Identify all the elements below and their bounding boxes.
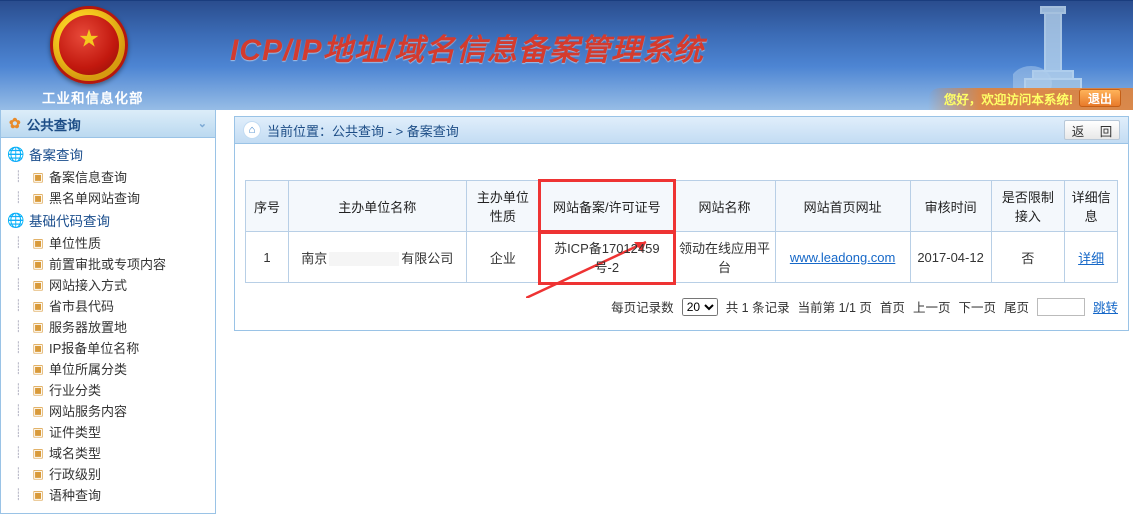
cell-date: 2017-04-12 — [910, 232, 991, 283]
nav-item[interactable]: ┊▣单位性质 — [5, 232, 215, 253]
page-icon: ▣ — [31, 191, 45, 205]
sidebar-panel-header[interactable]: ✿ 公共查询 ⌄ — [1, 110, 215, 138]
page-icon: ▣ — [31, 341, 45, 355]
breadcrumb-text: 当前位置：公共查询 - > 备案查询 — [267, 121, 459, 140]
page-info: 当前第 1/1 页 — [798, 297, 872, 316]
result-table: 序号 主办单位名称 主办单位性质 网站备案/许可证号 网站名称 网站首页网址 审… — [245, 180, 1118, 283]
cell-url: www.leadong.com — [775, 232, 910, 283]
nav-item[interactable]: ┊▣省市县代码 — [5, 295, 215, 316]
page-icon: ▣ — [31, 170, 45, 184]
monument-icon — [1013, 5, 1093, 95]
th-url: 网站首页网址 — [775, 181, 910, 232]
th-detail: 详细信息 — [1065, 181, 1118, 232]
page-icon: ▣ — [31, 257, 45, 271]
nav-item[interactable]: ┊▣IP报备单位名称 — [5, 337, 215, 358]
site-url-link[interactable]: www.leadong.com — [790, 250, 896, 265]
folder-icon: 🌐 — [7, 146, 25, 163]
nav-item[interactable]: ┊▣域名类型 — [5, 442, 215, 463]
nav-item[interactable]: ┊▣证件类型 — [5, 421, 215, 442]
cell-nature: 企业 — [466, 232, 540, 283]
page-icon: ▣ — [31, 404, 45, 418]
th-license: 网站备案/许可证号 — [540, 181, 674, 232]
sidebar-nav: 🌐 备案查询 ┊▣备案信息查询 ┊▣黑名单网站查询 🌐 基础代码查询 ┊▣单位性… — [1, 138, 215, 513]
pager: 每页记录数 20 共 1 条记录 当前第 1/1 页 首页 上一页 下一页 尾页… — [245, 297, 1118, 316]
site-title: ICP/IP地址/域名信息备案管理系统 — [230, 25, 704, 69]
nav-group-label: 基础代码查询 — [29, 210, 110, 230]
th-seq: 序号 — [246, 181, 289, 232]
total-records: 共 1 条记录 — [726, 297, 790, 316]
content-area: ⌂ 当前位置：公共查询 - > 备案查询 返 回 序号 主办单位名称 主办单位性… — [216, 110, 1133, 514]
nav-item[interactable]: ┊▣单位所属分类 — [5, 358, 215, 379]
nav-item[interactable]: ┊▣网站接入方式 — [5, 274, 215, 295]
prev-page-link[interactable]: 上一页 — [913, 297, 951, 316]
page-icon: ▣ — [31, 446, 45, 460]
result-panel: 序号 主办单位名称 主办单位性质 网站备案/许可证号 网站名称 网站首页网址 审… — [234, 144, 1129, 331]
chevron-down-icon: ⌄ — [198, 117, 207, 130]
page-icon: ▣ — [31, 488, 45, 502]
nav-group-label: 备案查询 — [29, 144, 83, 164]
folder-icon: 🌐 — [7, 212, 25, 229]
page-icon: ▣ — [31, 320, 45, 334]
next-page-link[interactable]: 下一页 — [958, 297, 996, 316]
page-number-input[interactable] — [1037, 298, 1085, 316]
th-restrict: 是否限制接入 — [991, 181, 1065, 232]
breadcrumb: ⌂ 当前位置：公共查询 - > 备案查询 返 回 — [234, 116, 1129, 144]
first-page-link[interactable]: 首页 — [880, 297, 905, 316]
page-icon: ▣ — [31, 467, 45, 481]
home-icon[interactable]: ⌂ — [243, 121, 261, 139]
app-header: ★ 工业和信息化部 ICP/IP地址/域名信息备案管理系统 您好，欢迎访问本系统… — [0, 0, 1133, 110]
nav-item[interactable]: ┊▣服务器放置地 — [5, 316, 215, 337]
detail-link[interactable]: 详细 — [1078, 251, 1104, 266]
th-nature: 主办单位性质 — [466, 181, 540, 232]
back-button[interactable]: 返 回 — [1064, 120, 1120, 140]
cell-sitename: 领动在线应用平台 — [674, 232, 775, 283]
nav-item[interactable]: ┊▣备案信息查询 — [5, 166, 215, 187]
page-icon: ▣ — [31, 278, 45, 292]
redacted-icon — [329, 252, 399, 266]
cell-seq: 1 — [246, 232, 289, 283]
cell-license: 苏ICP备17012459号-2 — [540, 232, 674, 283]
last-page-link[interactable]: 尾页 — [1004, 297, 1029, 316]
th-sitename: 网站名称 — [674, 181, 775, 232]
table-row: 1 南京有限公司 企业 苏ICP备17012459号-2 领动在线应用平台 ww… — [246, 232, 1118, 283]
sidebar: ✿ 公共查询 ⌄ 🌐 备案查询 ┊▣备案信息查询 ┊▣黑名单网站查询 🌐 基础代… — [0, 110, 216, 514]
per-page-label: 每页记录数 — [611, 297, 674, 316]
nav-item[interactable]: ┊▣黑名单网站查询 — [5, 187, 215, 208]
welcome-text: 您好，欢迎访问本系统! — [944, 89, 1073, 108]
sidebar-panel-title: 公共查询 — [27, 114, 81, 134]
page-icon: ▣ — [31, 383, 45, 397]
page-icon: ▣ — [31, 425, 45, 439]
cell-restrict: 否 — [991, 232, 1065, 283]
welcome-bar: 您好，欢迎访问本系统! 退出 — [928, 88, 1133, 110]
per-page-select[interactable]: 20 — [682, 298, 718, 316]
nav-item[interactable]: ┊▣行业分类 — [5, 379, 215, 400]
logout-button[interactable]: 退出 — [1079, 89, 1121, 107]
ministry-name: 工业和信息化部 — [42, 87, 144, 107]
nav-group-record-query[interactable]: 🌐 备案查询 — [5, 142, 215, 166]
goto-link[interactable]: 跳转 — [1093, 297, 1118, 316]
nav-item[interactable]: ┊▣网站服务内容 — [5, 400, 215, 421]
national-emblem-icon: ★ — [50, 6, 128, 84]
nav-item[interactable]: ┊▣语种查询 — [5, 484, 215, 505]
th-date: 审核时间 — [910, 181, 991, 232]
cell-detail: 详细 — [1065, 232, 1118, 283]
nav-item[interactable]: ┊▣行政级别 — [5, 463, 215, 484]
nav-group-code-query[interactable]: 🌐 基础代码查询 — [5, 208, 215, 232]
cell-org: 南京有限公司 — [289, 232, 467, 283]
page-icon: ▣ — [31, 299, 45, 313]
page-icon: ▣ — [31, 362, 45, 376]
nav-item[interactable]: ┊▣前置审批或专项内容 — [5, 253, 215, 274]
table-header-row: 序号 主办单位名称 主办单位性质 网站备案/许可证号 网站名称 网站首页网址 审… — [246, 181, 1118, 232]
th-org: 主办单位名称 — [289, 181, 467, 232]
page-icon: ▣ — [31, 236, 45, 250]
gear-icon: ✿ — [9, 115, 21, 132]
